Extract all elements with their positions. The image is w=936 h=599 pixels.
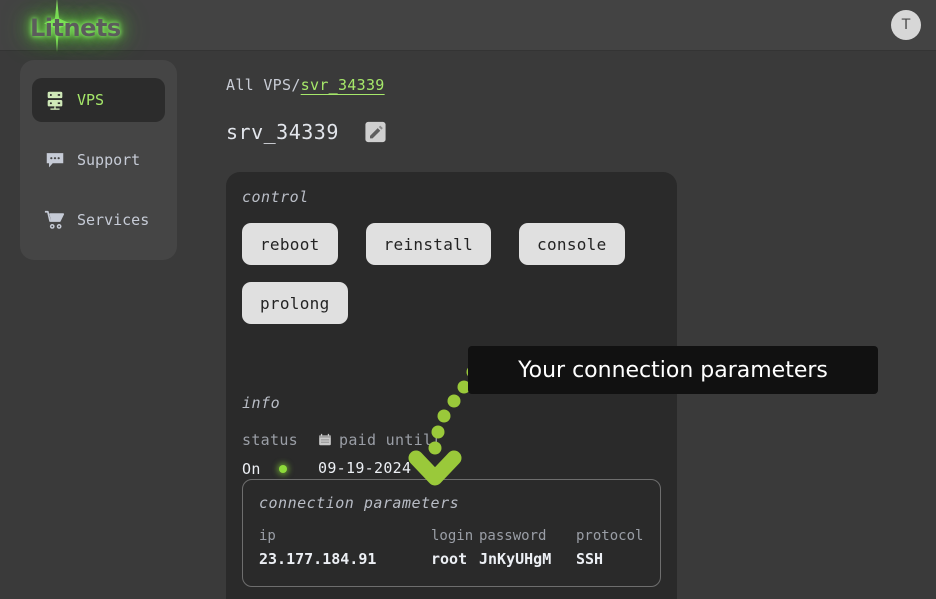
paid-untill-value: 09-19-2024: [318, 459, 412, 477]
breadcrumb-current[interactable]: svr_34339: [301, 76, 385, 94]
column-header-protocol: protocol: [576, 528, 644, 544]
console-button[interactable]: console: [519, 223, 625, 265]
value-ip[interactable]: 23.177.184.91: [259, 550, 431, 568]
connection-value-row: 23.177.184.91 root JnKyUHgM SSH: [259, 550, 644, 568]
status-value: On: [242, 459, 261, 478]
sidebar: VPS Support Services: [20, 60, 177, 260]
status-label: status: [242, 431, 298, 449]
top-header: Litnets T: [0, 0, 936, 52]
connection-parameters-box: connection parameters ip login password …: [242, 479, 661, 587]
tooltip-text: Your connection parameters: [518, 357, 828, 383]
avatar-initial: T: [901, 17, 911, 33]
control-section-label: control: [242, 188, 309, 206]
value-protocol: SSH: [576, 550, 604, 568]
sidebar-item-label: VPS: [77, 91, 105, 109]
breadcrumb: All VPS/svr_34339: [226, 76, 385, 94]
connection-section-label: connection parameters: [259, 494, 460, 512]
column-header-password: password: [479, 528, 547, 544]
sidebar-item-vps[interactable]: VPS: [32, 78, 165, 122]
reinstall-button[interactable]: reinstall: [365, 223, 492, 265]
app-root: Litnets T VPS Support Services All VPS/s…: [0, 0, 936, 599]
page-title: srv_34339: [226, 120, 339, 144]
brand-logo[interactable]: Litnets: [22, 0, 132, 52]
sidebar-item-support[interactable]: Support: [32, 138, 165, 182]
tooltip-connection-parameters: Your connection parameters: [468, 346, 878, 394]
column-header-login: login: [431, 528, 474, 544]
calendar-icon: [319, 433, 331, 446]
server-icon: [47, 91, 63, 110]
shopping-cart-icon: [44, 210, 65, 229]
sidebar-item-services[interactable]: Services: [32, 198, 165, 242]
status-indicator-dot: [278, 465, 287, 473]
status-value-cell: On: [242, 459, 318, 478]
column-header-ip: ip: [259, 528, 276, 544]
sidebar-item-label: Services: [77, 211, 150, 229]
edit-pencil-icon[interactable]: [364, 121, 387, 143]
connection-header-row: ip login password protocol: [259, 528, 644, 544]
control-buttons-row-1: reboot reinstall console: [242, 223, 661, 265]
breadcrumb-root[interactable]: All VPS/: [226, 76, 301, 94]
value-login[interactable]: root: [431, 550, 479, 568]
sidebar-item-label: Support: [77, 151, 141, 169]
control-buttons-row-2: prolong: [242, 282, 661, 324]
avatar[interactable]: T: [891, 10, 921, 40]
logo-text: Litnets: [30, 14, 121, 42]
chat-bubble-icon: [46, 153, 64, 168]
reboot-button[interactable]: reboot: [242, 223, 338, 265]
prolong-button[interactable]: prolong: [242, 282, 348, 324]
value-password[interactable]: JnKyUHgM: [479, 550, 576, 568]
